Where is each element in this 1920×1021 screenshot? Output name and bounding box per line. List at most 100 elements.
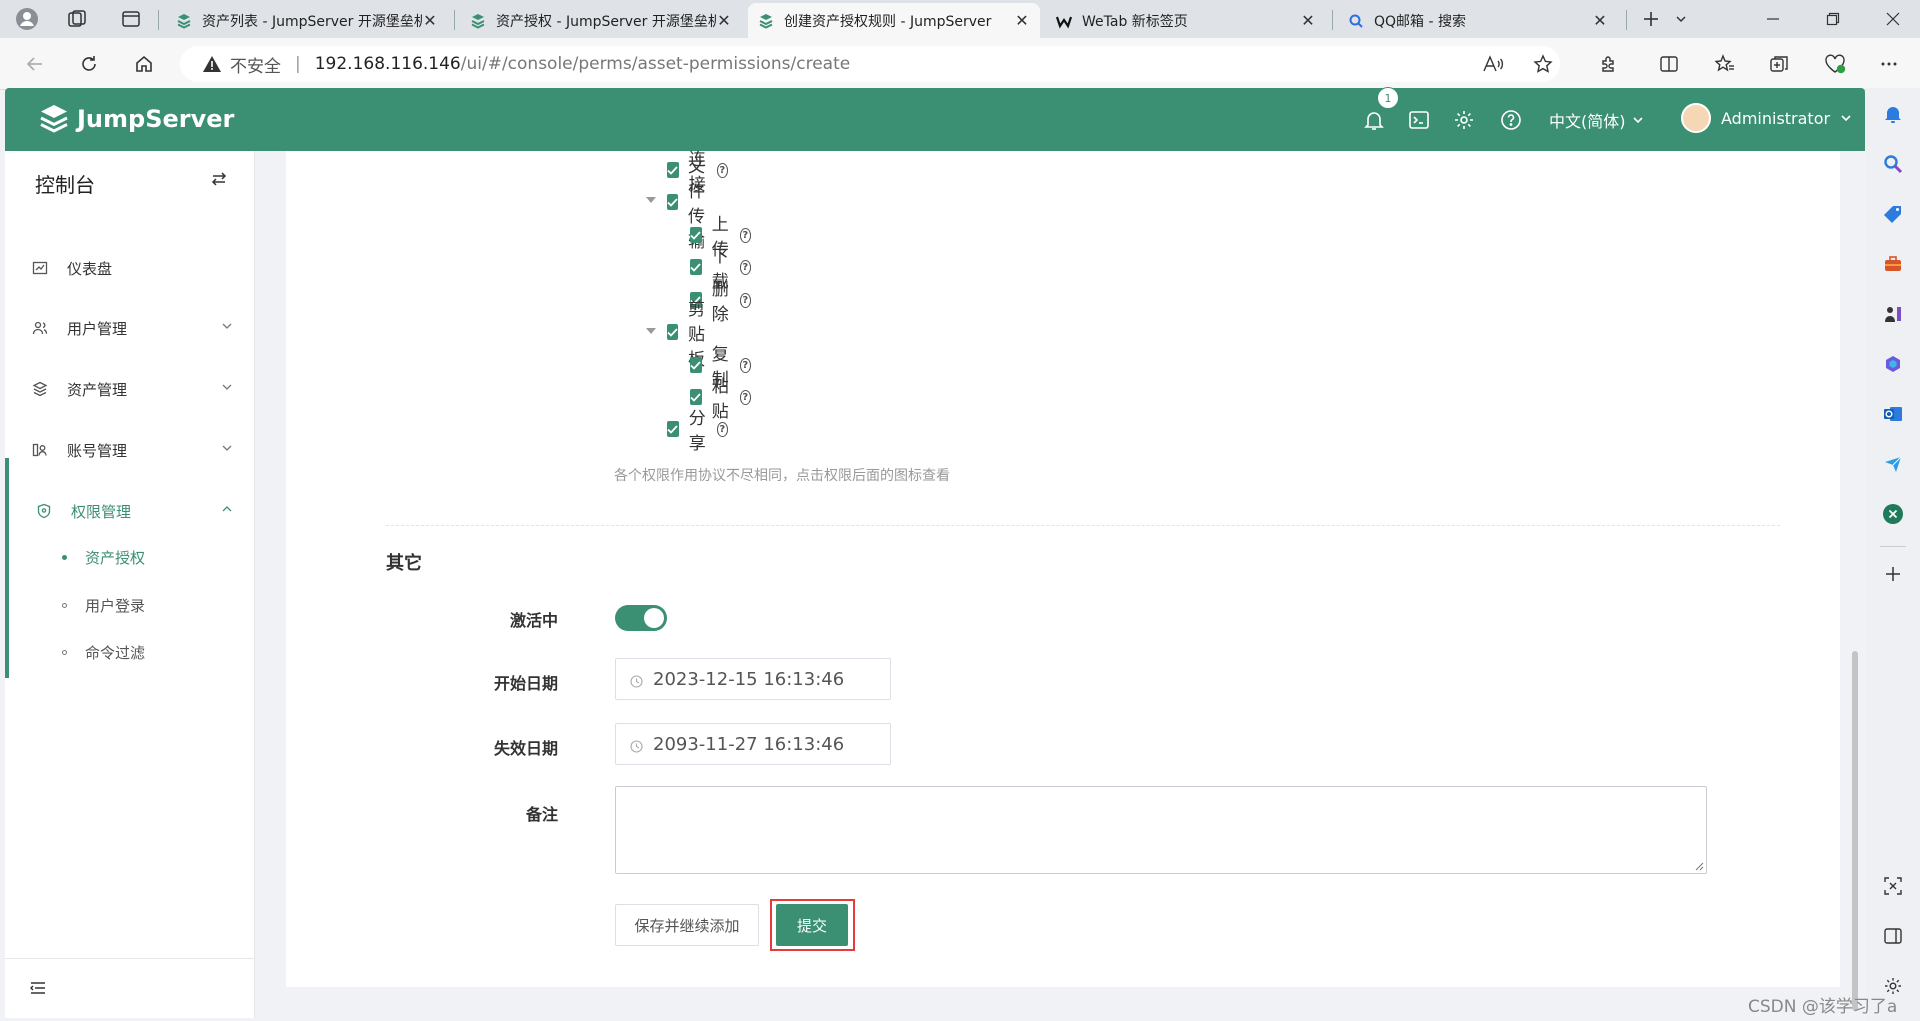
save-and-continue-button[interactable]: 保存并继续添加 [615, 904, 759, 946]
users-icon [31, 319, 49, 337]
profile-icon[interactable] [14, 6, 40, 32]
settings-gear-icon[interactable] [1452, 108, 1476, 132]
sidebar-item-users[interactable]: 用户管理 [5, 306, 255, 350]
workspaces-icon[interactable] [64, 6, 90, 32]
help-icon[interactable]: ? [739, 227, 751, 243]
help-icon[interactable]: ? [739, 259, 751, 275]
browser-essentials-icon[interactable] [1822, 51, 1848, 77]
help-icon[interactable]: ? [739, 292, 751, 308]
split-screen-icon[interactable] [1656, 51, 1682, 77]
checkbox-checked-icon[interactable] [667, 421, 679, 437]
shopping-tag-icon[interactable] [1881, 202, 1905, 226]
checkbox-checked-icon[interactable] [690, 227, 702, 243]
brand-logo[interactable]: JumpServer [37, 102, 234, 136]
sidebar-item-permissions[interactable]: 权限管理 [5, 489, 255, 533]
read-aloud-icon[interactable] [1480, 51, 1506, 77]
browser-toolbar: 不安全 | 192.168.116.146/ui/#/console/perms… [0, 38, 1920, 90]
expand-caret-icon[interactable] [646, 328, 656, 334]
notification-bell-icon[interactable] [1881, 102, 1905, 126]
add-icon[interactable] [1881, 562, 1905, 586]
browser-tab[interactable]: QQ邮箱 - 搜索 ✕ [1338, 3, 1618, 38]
sidebar-subitem-label: 命令过滤 [85, 643, 146, 662]
close-tab-icon[interactable]: ✕ [1300, 11, 1316, 30]
new-tab-icon[interactable] [1638, 6, 1664, 32]
refresh-icon[interactable] [76, 51, 102, 77]
help-icon[interactable]: ? [716, 421, 728, 437]
toggle-knob [644, 608, 664, 628]
expand-caret-icon[interactable] [646, 197, 656, 203]
close-tab-icon[interactable]: ✕ [1592, 11, 1608, 30]
comment-textarea[interactable] [615, 786, 1707, 874]
sidebar-subitem-command-filters[interactable]: 命令过滤 [5, 630, 255, 674]
scrollbar-thumb[interactable] [1852, 651, 1858, 1011]
close-tab-icon[interactable]: ✕ [1014, 11, 1030, 30]
outlook-icon[interactable] [1881, 402, 1905, 426]
collapse-sidebar-icon[interactable] [30, 981, 46, 995]
sidebar-subitem-user-login[interactable]: 用户登录 [5, 583, 255, 627]
tab-list-chevron-icon[interactable] [1668, 6, 1694, 32]
games-icon[interactable] [1881, 302, 1905, 326]
toolbox-icon[interactable] [1881, 252, 1905, 276]
sidebar-item-assets[interactable]: 资产管理 [5, 367, 255, 411]
tree-node-file-transfer[interactable]: 文件传输 [667, 157, 710, 252]
resize-grip-icon[interactable] [1695, 862, 1704, 871]
switch-view-icon[interactable] [211, 171, 227, 187]
help-icon[interactable]: ? [739, 357, 751, 373]
browser-tab[interactable]: 资产列表 - JumpServer 开源堡垒机 ✕ [166, 3, 448, 38]
notification-bell-icon[interactable] [1362, 108, 1386, 132]
active-toggle[interactable] [615, 605, 667, 631]
tab-title: WeTab 新标签页 [1082, 13, 1188, 30]
bullet-icon [62, 649, 67, 655]
tree-node-share[interactable]: 分享 ? [667, 409, 728, 454]
submit-button[interactable]: 提交 [776, 904, 848, 946]
copilot-icon[interactable] [1881, 352, 1905, 376]
close-tab-icon[interactable]: ✕ [422, 11, 438, 30]
checkbox-checked-icon[interactable] [667, 324, 678, 340]
back-icon[interactable] [22, 51, 48, 77]
checkbox-checked-icon[interactable] [690, 357, 702, 373]
favorites-icon[interactable] [1712, 51, 1738, 77]
browser-tab[interactable]: 资产授权 - JumpServer 开源堡垒机 ✕ [460, 3, 742, 38]
sidebar-toggle-icon[interactable] [1881, 924, 1905, 948]
window-close-icon[interactable] [1880, 6, 1906, 32]
screenshot-icon[interactable] [1881, 874, 1905, 898]
favorite-star-icon[interactable] [1530, 51, 1556, 77]
checkbox-checked-icon[interactable] [667, 162, 679, 178]
sidebar-item-accounts[interactable]: 账号管理 [5, 428, 255, 472]
help-icon[interactable]: ? [739, 389, 751, 405]
user-menu[interactable]: Administrator [1681, 103, 1852, 133]
extensions-icon[interactable] [1596, 51, 1622, 77]
collections-icon[interactable] [1766, 51, 1792, 77]
search-icon[interactable] [1881, 152, 1905, 176]
restore-icon[interactable] [1820, 6, 1846, 32]
start-date-picker[interactable]: 2023-12-15 16:13:46 [615, 658, 891, 700]
help-icon[interactable]: ? [716, 162, 728, 178]
extension-x-icon[interactable] [1881, 502, 1905, 526]
checkbox-checked-icon[interactable] [690, 389, 702, 405]
help-icon[interactable] [1499, 108, 1523, 132]
end-date-picker[interactable]: 2093-11-27 16:13:46 [615, 723, 891, 765]
dashboard-icon [31, 259, 49, 277]
more-menu-icon[interactable] [1876, 51, 1902, 77]
sidebar-subitem-asset-permissions[interactable]: 资产授权 [5, 535, 255, 579]
section-title: 其它 [386, 553, 422, 574]
sidebar-title: 控制台 [35, 173, 95, 197]
tab-actions-icon[interactable] [118, 6, 144, 32]
tree-node-clipboard[interactable]: 剪贴板 [667, 300, 710, 370]
language-selector[interactable]: 中文(简体) [1549, 108, 1644, 132]
address-bar[interactable]: 不安全 | 192.168.116.146/ui/#/console/perms… [180, 46, 1560, 82]
sidebar-item-label: 资产管理 [67, 380, 128, 399]
send-icon[interactable] [1881, 452, 1905, 476]
start-date-label: 开始日期 [493, 674, 558, 693]
close-tab-icon[interactable]: ✕ [716, 11, 732, 30]
checkbox-checked-icon[interactable] [690, 259, 702, 275]
web-terminal-icon[interactable] [1407, 108, 1431, 132]
chevron-down-icon [222, 323, 232, 329]
sidebar-item-dashboard[interactable]: 仪表盘 [5, 246, 255, 290]
checkbox-checked-icon[interactable] [667, 194, 678, 210]
browser-tab-active[interactable]: 创建资产授权规则 - JumpServer ✕ [748, 3, 1040, 38]
browser-tab[interactable]: WeTab 新标签页 ✕ [1046, 3, 1326, 38]
page-scrollbar[interactable] [1849, 151, 1861, 1018]
minimize-icon[interactable] [1760, 6, 1786, 32]
home-icon[interactable] [131, 51, 157, 77]
